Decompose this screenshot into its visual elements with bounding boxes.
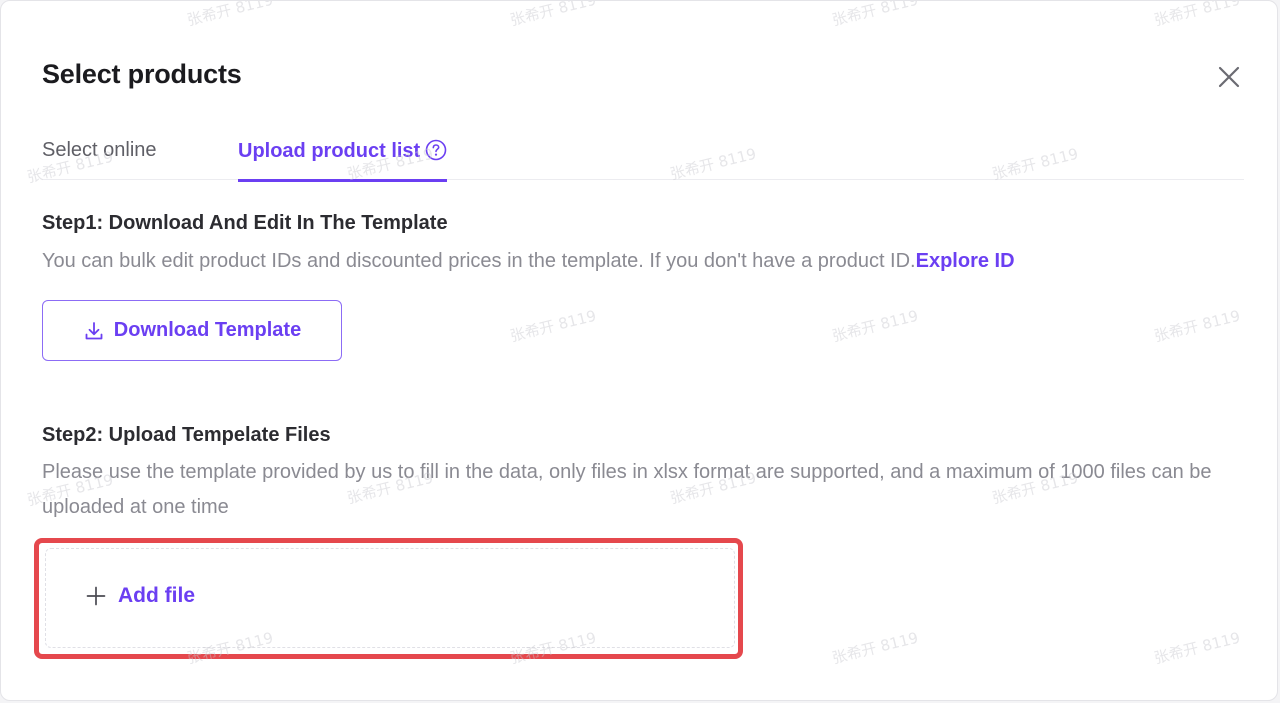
add-file-button[interactable]: Add file	[85, 584, 195, 608]
download-icon	[85, 321, 103, 339]
watermark: 张希开 8119	[185, 0, 275, 30]
watermark: 张希开 8119	[1152, 628, 1242, 668]
tab-label: Select online	[42, 139, 157, 161]
close-icon	[1218, 66, 1240, 88]
select-products-dialog: Select products Select online Upload pro…	[0, 0, 1278, 701]
tab-upload-product-list[interactable]: Upload product list	[238, 139, 448, 182]
add-file-label: Add file	[118, 584, 195, 607]
step1-description-text: You can bulk edit product IDs and discou…	[42, 250, 916, 272]
tab-label: Upload product list	[238, 140, 421, 162]
watermark: 张希开 8119	[830, 628, 920, 668]
dialog-title: Select products	[42, 59, 242, 89]
step1-description: You can bulk edit product IDs and discou…	[42, 244, 1015, 279]
watermark: 张希开 8119	[830, 0, 920, 30]
download-template-button[interactable]: Download Template	[42, 300, 342, 361]
explore-id-link[interactable]: Explore ID	[916, 250, 1015, 272]
tab-select-online[interactable]: Select online	[42, 139, 157, 162]
step2-title: Step2: Upload Tempelate Files	[42, 424, 331, 446]
download-template-label: Download Template	[113, 319, 302, 341]
tab-bar: Select online Upload product list	[42, 133, 1244, 182]
watermark: 张希开 8119	[508, 306, 598, 346]
step1-title: Step1: Download And Edit In The Template	[42, 212, 448, 234]
watermark: 张希开 8119	[830, 306, 920, 346]
step2-description: Please use the template provided by us t…	[42, 461, 1212, 518]
help-circle-icon[interactable]	[425, 139, 447, 161]
watermark: 张希开 8119	[508, 0, 598, 30]
watermark: 张希开 8119	[1152, 0, 1242, 30]
close-button[interactable]	[1215, 63, 1243, 91]
watermark: 张希开 8119	[1152, 306, 1242, 346]
plus-icon	[86, 586, 106, 606]
